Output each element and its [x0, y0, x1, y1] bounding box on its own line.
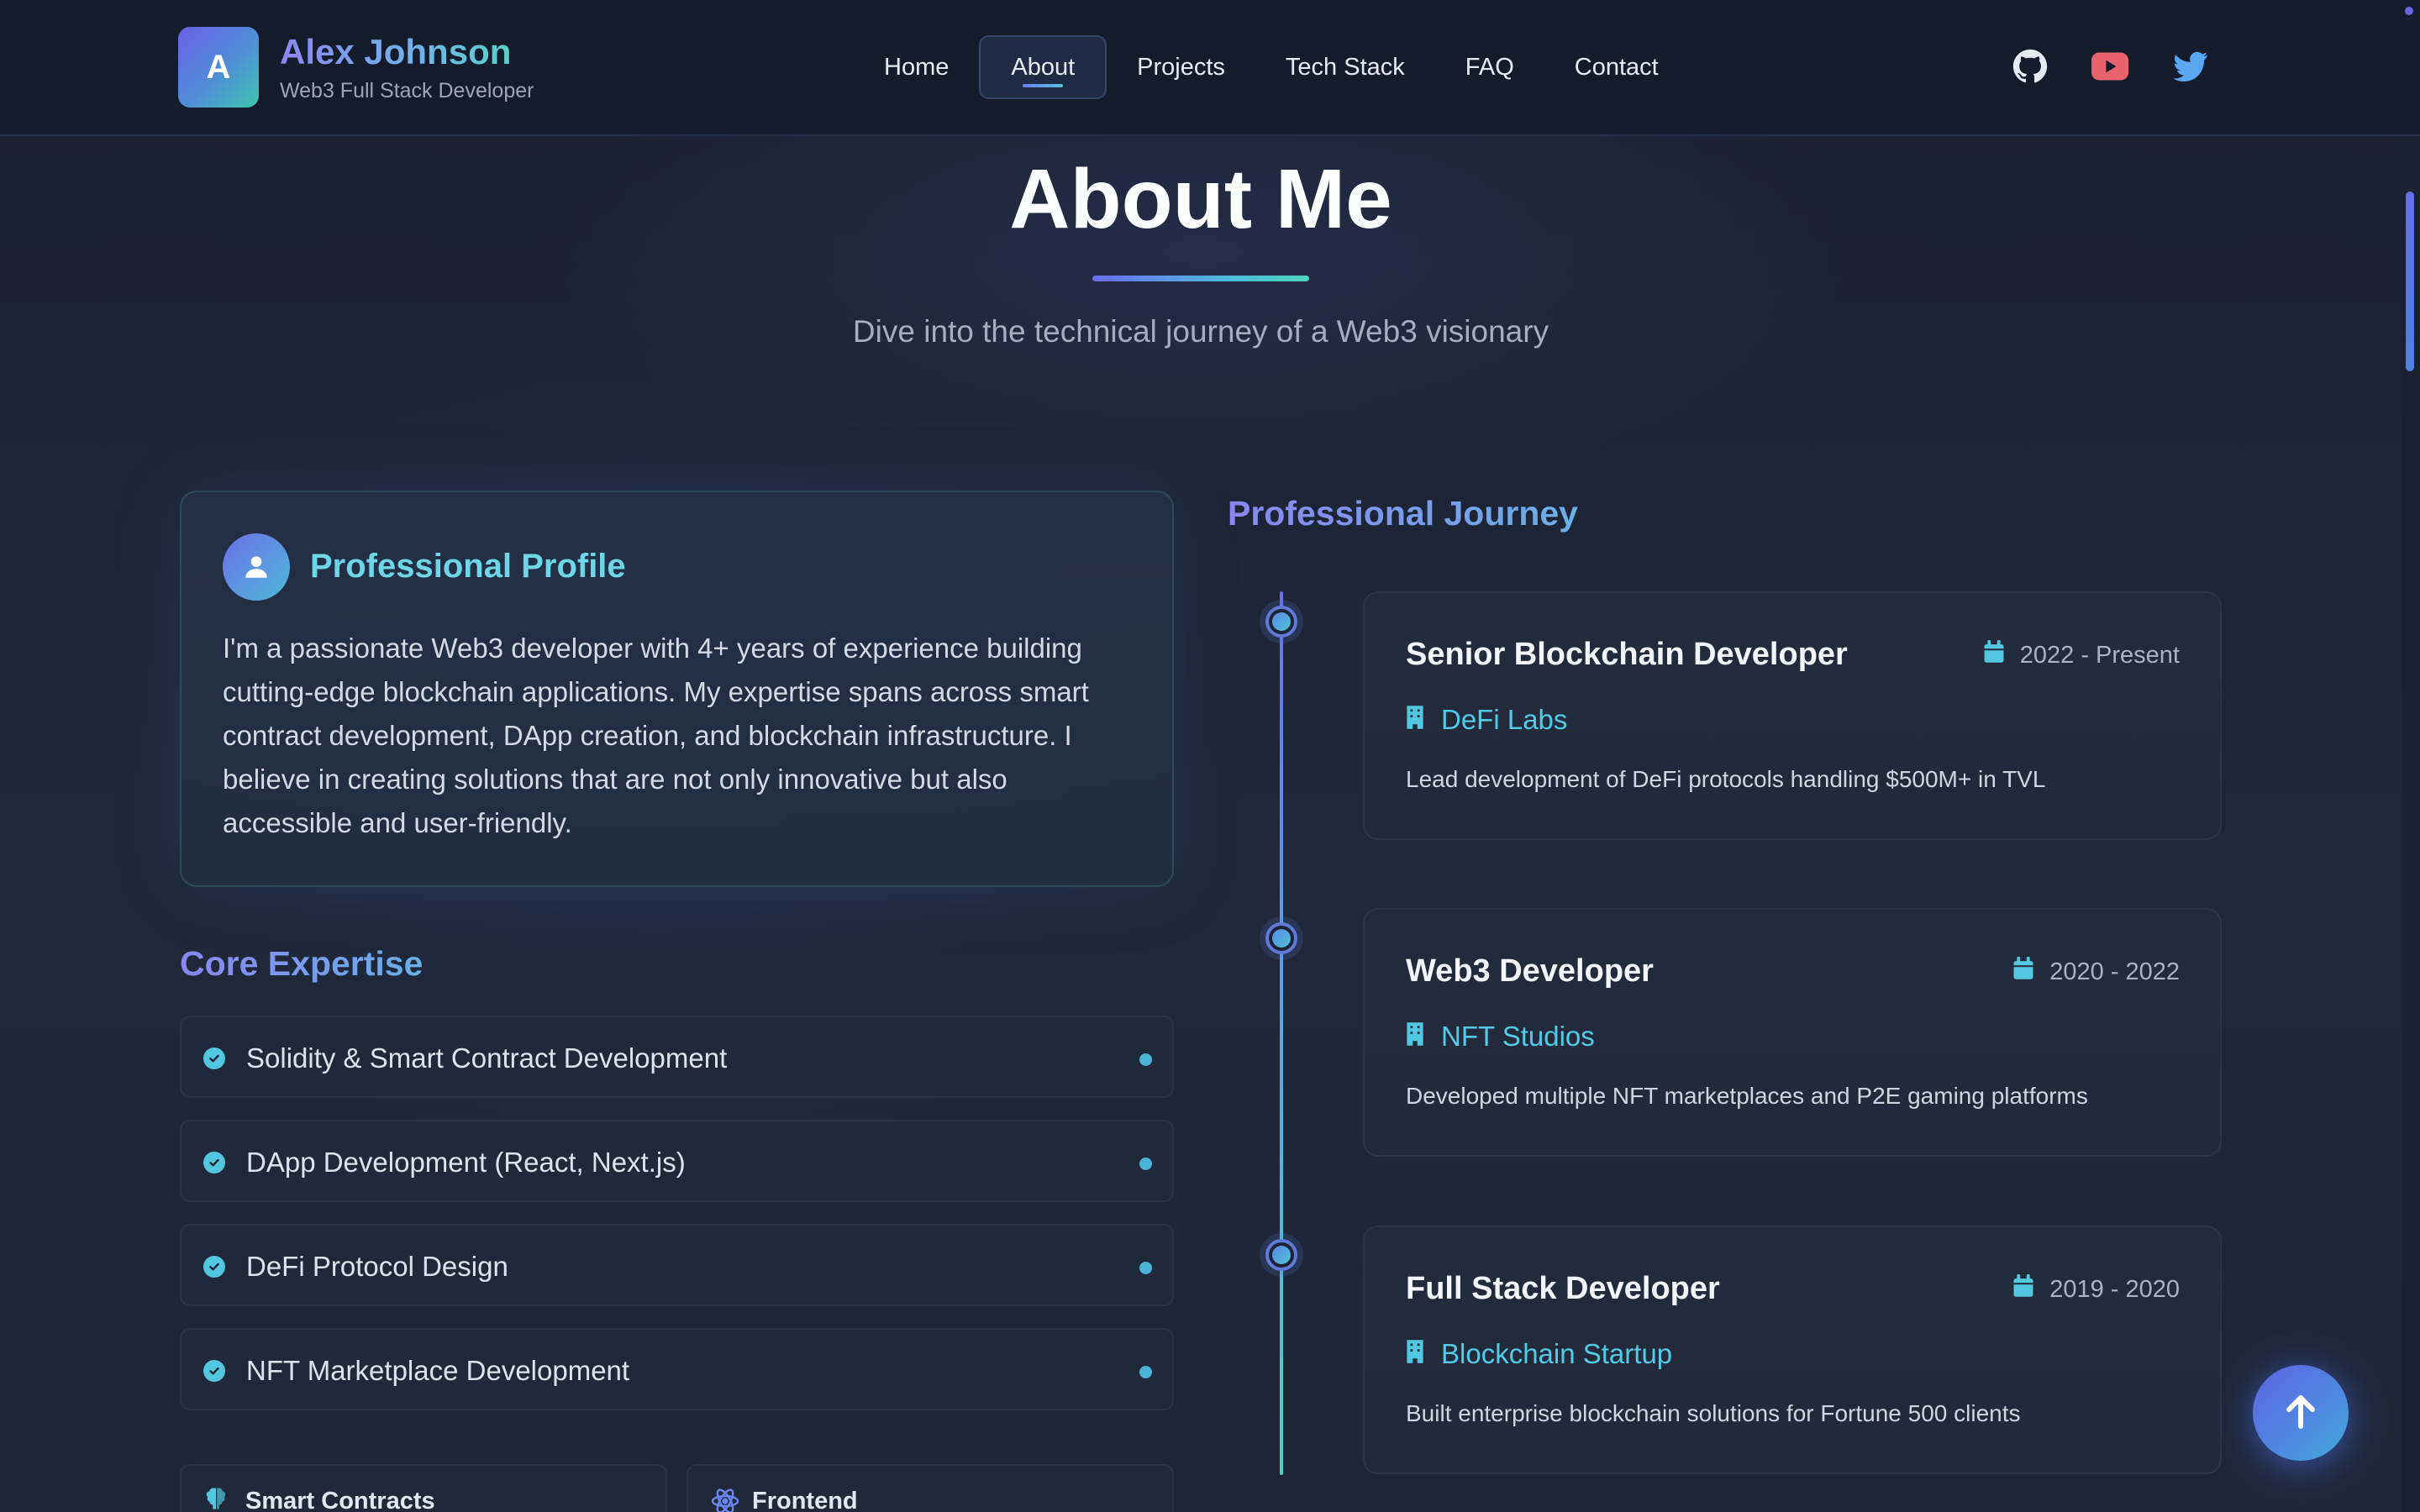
expertise-item[interactable]: Solidity & Smart Contract Development — [180, 1016, 1174, 1098]
job-card[interactable]: Web3 Developer 2020 - 2022 NFT Studios D… — [1363, 908, 2222, 1157]
scrollbar-thumb[interactable] — [2406, 192, 2414, 371]
job-date-text: 2022 - Present — [2019, 641, 2180, 669]
expertise-label: DeFi Protocol Design — [246, 1251, 508, 1282]
expertise-label: DApp Development (React, Next.js) — [246, 1147, 686, 1178]
expertise-item[interactable]: NFT Marketplace Development — [180, 1328, 1174, 1410]
brand-logo-letter: A — [206, 48, 231, 86]
building-icon — [1406, 1021, 1424, 1053]
github-icon[interactable] — [2011, 47, 2049, 86]
calendar-icon — [2012, 1274, 2034, 1305]
profile-description: I'm a passionate Web3 developer with 4+ … — [223, 633, 1089, 838]
job-company-name: Blockchain Startup — [1441, 1338, 1673, 1369]
job-title: Full Stack Developer — [1406, 1271, 1720, 1306]
brand-subtitle: Web3 Full Stack Developer — [280, 79, 534, 102]
nav-about[interactable]: About — [979, 35, 1107, 99]
title-underline — [1092, 276, 1309, 281]
category-label: Frontend — [752, 1488, 858, 1512]
expertise-item[interactable]: DeFi Protocol Design — [180, 1224, 1174, 1306]
job-date: 2022 - Present — [1983, 640, 2180, 670]
job-company[interactable]: NFT Studios — [1406, 1021, 1595, 1053]
job-title: Web3 Developer — [1406, 953, 1654, 989]
user-icon — [223, 533, 290, 601]
brain-icon — [203, 1486, 234, 1512]
expertise-item[interactable]: DApp Development (React, Next.js) — [180, 1120, 1174, 1202]
core-expertise-heading: Core Expertise — [180, 944, 424, 983]
calendar-icon — [2012, 957, 2034, 987]
job-date-text: 2019 - 2020 — [2049, 1275, 2180, 1303]
job-date: 2019 - 2020 — [2012, 1274, 2180, 1305]
arrow-up-icon — [2284, 1393, 2317, 1434]
category-card-smart-contracts[interactable]: Smart Contracts — [180, 1464, 667, 1512]
category-card-frontend[interactable]: Frontend — [687, 1464, 1174, 1512]
job-description: Lead development of DeFi protocols handl… — [1406, 766, 2046, 792]
job-date-text: 2020 - 2022 — [2049, 958, 2180, 985]
brand-logo[interactable]: A — [178, 27, 259, 108]
nav-projects[interactable]: Projects — [1107, 35, 1255, 99]
check-circle-icon — [203, 1256, 225, 1278]
job-card[interactable]: Full Stack Developer 2019 - 2020 Blockch… — [1363, 1226, 2222, 1474]
youtube-icon[interactable] — [2091, 47, 2129, 86]
job-company-name: NFT Studios — [1441, 1021, 1595, 1052]
profile-title: Professional Profile — [310, 548, 626, 585]
brand-name[interactable]: Alex Johnson — [280, 32, 511, 72]
job-card[interactable]: Senior Blockchain Developer 2022 - Prese… — [1363, 591, 2222, 840]
check-circle-icon — [203, 1047, 225, 1069]
timeline-line — [1280, 591, 1283, 1475]
job-company[interactable]: DeFi Labs — [1406, 704, 1567, 736]
bullet-dot-icon — [1139, 1262, 1152, 1274]
page-title: About Me — [0, 151, 2402, 248]
job-company[interactable]: Blockchain Startup — [1406, 1338, 1672, 1370]
calendar-icon — [1983, 640, 2005, 670]
top-navbar: A Alex Johnson Web3 Full Stack Developer… — [0, 0, 2420, 136]
check-circle-icon — [203, 1360, 225, 1382]
nav-faq[interactable]: FAQ — [1435, 35, 1544, 99]
job-description: Developed multiple NFT marketplaces and … — [1406, 1083, 2088, 1109]
professional-journey-heading: Professional Journey — [1228, 494, 1578, 533]
bullet-dot-icon — [1139, 1158, 1152, 1170]
scroll-to-top-button[interactable] — [2253, 1365, 2349, 1461]
timeline-node — [1260, 600, 1303, 643]
timeline-node — [1260, 1233, 1303, 1277]
atom-icon — [710, 1486, 740, 1512]
timeline-node — [1260, 916, 1303, 960]
main-nav: Home About Projects Tech Stack FAQ Conta… — [854, 34, 1689, 101]
check-circle-icon — [203, 1152, 225, 1173]
scroll-progress-dot — [2405, 7, 2413, 15]
job-description: Built enterprise blockchain solutions fo… — [1406, 1400, 2021, 1426]
job-company-name: DeFi Labs — [1441, 704, 1568, 735]
twitter-icon[interactable] — [2171, 47, 2210, 86]
bullet-dot-icon — [1139, 1366, 1152, 1378]
job-date: 2020 - 2022 — [2012, 957, 2180, 987]
bullet-dot-icon — [1139, 1053, 1152, 1066]
profile-card: Professional Profile I'm a passionate We… — [180, 491, 1174, 887]
nav-tech-stack[interactable]: Tech Stack — [1255, 35, 1435, 99]
expertise-label: NFT Marketplace Development — [246, 1355, 630, 1386]
building-icon — [1406, 704, 1424, 736]
nav-contact[interactable]: Contact — [1544, 35, 1689, 99]
building-icon — [1406, 1338, 1424, 1370]
nav-home[interactable]: Home — [854, 35, 979, 99]
job-title: Senior Blockchain Developer — [1406, 637, 1848, 672]
expertise-label: Solidity & Smart Contract Development — [246, 1042, 728, 1074]
page-subtitle: Dive into the technical journey of a Web… — [852, 314, 1549, 349]
category-label: Smart Contracts — [245, 1488, 435, 1512]
